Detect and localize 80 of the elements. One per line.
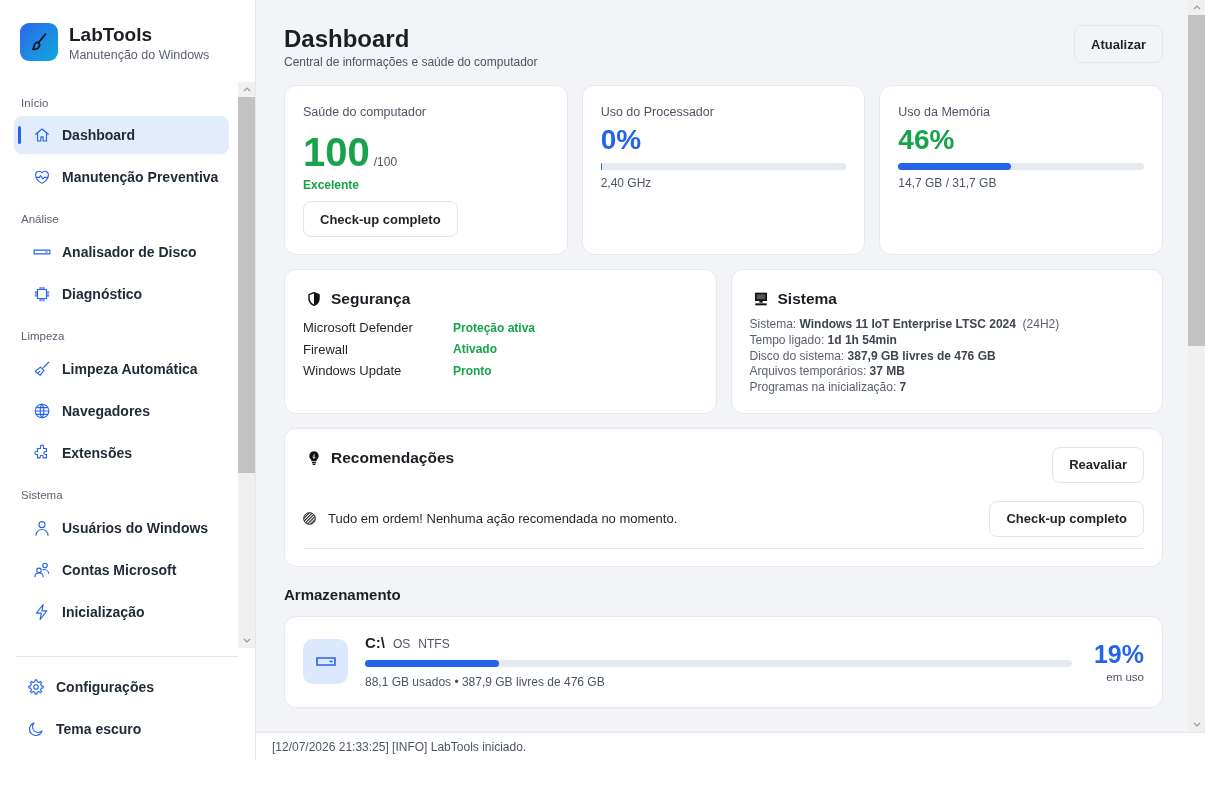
- nav-item[interactable]: Inicialização: [14, 593, 229, 631]
- nav-item[interactable]: Analisador de Disco: [14, 233, 229, 271]
- section-label: Início: [20, 96, 49, 111]
- app-title: LabTools: [69, 23, 154, 47]
- striped-circle-icon: [303, 512, 316, 526]
- security-label: Firewall: [303, 341, 349, 357]
- security-label: Microsoft Defender: [303, 320, 414, 336]
- card-title: Segurança: [331, 289, 411, 309]
- page-title: Dashboard: [284, 24, 410, 54]
- usage-percent: 19%: [1093, 638, 1144, 669]
- desktop-computer-icon: [752, 291, 769, 307]
- usage-caption: em uso: [1106, 669, 1144, 685]
- checkup-button[interactable]: Check-up completo: [989, 500, 1144, 537]
- security-status: Ativado: [453, 342, 497, 357]
- card-title: Sistema: [777, 289, 837, 309]
- nav-item[interactable]: Usuários do Windows: [14, 509, 229, 547]
- security-label: Windows Update: [303, 363, 403, 379]
- metric-label: Uso do Processador: [600, 104, 714, 120]
- metric-status: Excelente: [303, 177, 360, 193]
- drive-letter: C:\: [365, 633, 385, 651]
- log-message: [12/07/2026 21:33:25] [INFO] LabTools iniciado.: [272, 739, 527, 754]
- metric-detail: 2,40 GHz: [600, 175, 652, 191]
- users-icon: [33, 561, 51, 579]
- metric-value: 100: [303, 129, 370, 176]
- metric-value: 46%: [898, 123, 955, 157]
- nav-item[interactable]: Limpeza Automática: [14, 350, 229, 388]
- metric-detail: 14,7 GB / 31,7 GB: [898, 175, 997, 191]
- chevron-up-icon[interactable]: [242, 87, 251, 92]
- scroll-thumb[interactable]: [238, 97, 255, 473]
- card-title: Recomendações: [331, 447, 455, 468]
- scrollbar[interactable]: [238, 82, 255, 648]
- nav-item[interactable]: Diagnóstico: [14, 275, 229, 313]
- nav-item[interactable]: Extensões: [14, 434, 229, 472]
- app-subtitle: Manutenção do Windows: [69, 47, 210, 63]
- nav-item[interactable]: Configurações: [16, 668, 238, 706]
- system-info-line: Programas na inicialização: 7: [749, 380, 907, 396]
- brush-logo-icon: [20, 23, 58, 61]
- checkup-button[interactable]: Check-up completo: [303, 201, 458, 237]
- nav-item[interactable]: Tema escuro: [16, 710, 238, 748]
- chevron-down-icon[interactable]: [1192, 722, 1201, 727]
- metric-value: 0%: [600, 123, 642, 157]
- page-subtitle: Central de informações e saúde do computador: [284, 54, 538, 70]
- heart-pulse-icon: [33, 168, 51, 186]
- nav-item[interactable]: Contas Microsoft: [14, 551, 229, 589]
- chip-icon: [33, 285, 51, 303]
- scrollbar[interactable]: [1188, 0, 1205, 732]
- nav-item[interactable]: Manutenção Preventiva: [14, 158, 229, 196]
- scroll-thumb[interactable]: [1188, 15, 1205, 346]
- drive-label: OS: [393, 636, 411, 651]
- system-info-line: Disco do sistema: 387,9 GB livres de 476 GB: [749, 348, 996, 365]
- section-label: Sistema: [20, 488, 63, 503]
- user-icon: [33, 519, 51, 537]
- nav-item[interactable]: Navegadores: [14, 392, 229, 430]
- light-bulb-icon: [306, 449, 322, 466]
- chevron-up-icon[interactable]: [1192, 5, 1201, 10]
- system-info-line: Arquivos temporários: 37 MB: [749, 364, 905, 380]
- reevaluate-button[interactable]: Reavaliar: [1052, 446, 1144, 483]
- broom-icon: [33, 360, 51, 378]
- moon-icon: [27, 720, 45, 738]
- metric-label: Uso da Memória: [898, 104, 991, 120]
- file-system: NTFS: [418, 636, 450, 651]
- system-info-line: Tempo ligado: 1d 1h 54min: [749, 332, 897, 349]
- settings-icon: [27, 678, 45, 696]
- shield-icon: [306, 291, 322, 307]
- drive-icon: [303, 639, 348, 685]
- security-status: Pronto: [453, 363, 492, 378]
- nav-item[interactable]: Dashboard: [14, 116, 229, 154]
- section-label: Análise: [20, 212, 59, 227]
- section-heading: Armazenamento: [284, 584, 401, 605]
- disk-usage-text: 88,1 GB usados • 387,9 GB livres de 476 GB: [365, 673, 605, 690]
- metric-unit: /100: [373, 155, 398, 169]
- home-icon: [33, 126, 51, 144]
- recommendation-text: Tudo em ordem! Nenhuma ação recomendada no momento.: [328, 511, 678, 527]
- chevron-down-icon[interactable]: [242, 638, 251, 643]
- section-label: Limpeza: [20, 329, 65, 344]
- globe-icon: [33, 402, 51, 420]
- security-status: Proteção ativa: [453, 320, 536, 335]
- system-info-line: Sistema: Windows 11 IoT Enterprise LTSC 2024 (24H2): [749, 317, 1060, 333]
- metric-label: Saúde do computador: [303, 104, 426, 120]
- refresh-button[interactable]: Atualizar: [1074, 25, 1163, 63]
